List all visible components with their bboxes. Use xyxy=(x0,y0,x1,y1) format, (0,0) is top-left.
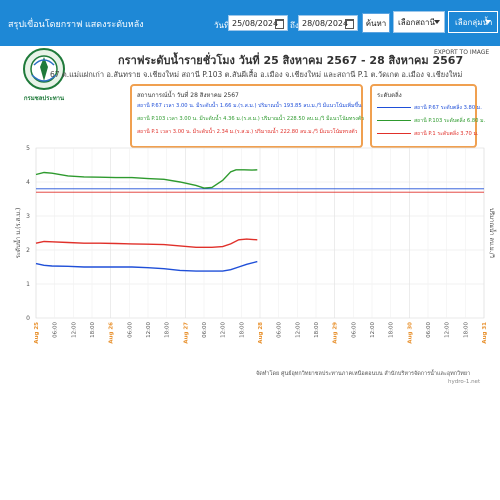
x-tick-label: 06:00 xyxy=(277,322,283,338)
x-tick-label: 06:00 xyxy=(127,322,133,338)
x-tick-label: Aug 29 xyxy=(333,322,339,344)
credit-text: จัดทำโดย ศูนย์อุทกวิทยาชลประทานภาคเหนือต… xyxy=(256,371,471,377)
x-tick-label: 18:00 xyxy=(463,322,469,338)
y2-axis-label: ปริมาณน้ำ ลบ.ม./วิ xyxy=(488,208,498,258)
y-tick-label: 3 xyxy=(26,213,30,220)
x-tick-label: 12:00 xyxy=(221,322,227,338)
x-tick-label: 06:00 xyxy=(351,322,357,338)
x-tick-label: 12:00 xyxy=(370,322,376,338)
x-tick-label: 12:00 xyxy=(295,322,301,338)
y-tick-label: 4 xyxy=(26,179,30,186)
y-tick-label: 2 xyxy=(26,247,30,254)
x-tick-label: 18:00 xyxy=(314,322,320,338)
x-tick-label: 18:00 xyxy=(389,322,395,338)
x-tick-label: 18:00 xyxy=(165,322,171,338)
x-tick-label: Aug 28 xyxy=(258,322,264,344)
x-tick-label: 06:00 xyxy=(53,322,59,338)
y-tick-label: 5 xyxy=(26,145,30,152)
y-tick-label: 0 xyxy=(26,315,30,322)
x-tick-label: 12:00 xyxy=(146,322,152,338)
x-tick-label: Aug 26 xyxy=(109,322,115,344)
x-tick-label: 12:00 xyxy=(71,322,77,338)
water-level-chart: ระดับน้ำ ม.(ร.ส.ม.) ปริมาณน้ำ ลบ.ม./วิ 0… xyxy=(12,145,498,344)
y-axis-label: ระดับน้ำ ม.(ร.ส.ม.) xyxy=(12,208,22,259)
x-tick-label: 18:00 xyxy=(239,322,245,338)
credit-site: hydro-1.net xyxy=(448,379,481,385)
x-tick-label: 12:00 xyxy=(445,322,451,338)
x-tick-label: Aug 30 xyxy=(407,322,413,344)
x-tick-label: 06:00 xyxy=(202,322,208,338)
x-tick-label: Aug 25 xyxy=(34,322,40,344)
x-tick-label: Aug 27 xyxy=(183,322,189,344)
y-tick-label: 1 xyxy=(26,281,30,288)
x-tick-label: 18:00 xyxy=(90,322,96,338)
x-tick-label: 06:00 xyxy=(426,322,432,338)
x-tick-label: Aug 31 xyxy=(482,322,488,344)
